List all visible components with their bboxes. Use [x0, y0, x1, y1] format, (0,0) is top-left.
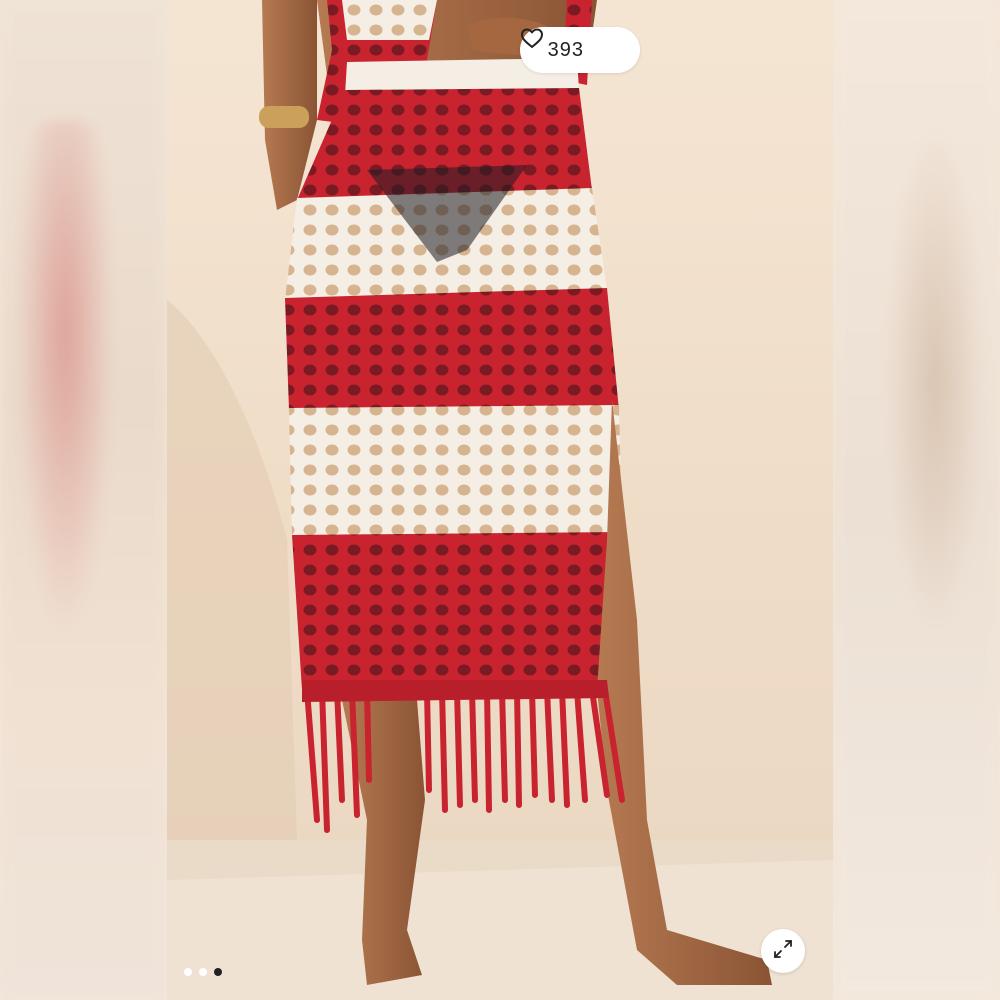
product-photo-illustration	[167, 0, 833, 1000]
carousel-dot-3[interactable]	[214, 968, 222, 976]
carousel-dot-1[interactable]	[184, 968, 192, 976]
blurred-backdrop-left	[0, 0, 167, 1000]
product-photo[interactable]: 393	[167, 0, 833, 1000]
expand-icon	[772, 938, 794, 964]
like-count: 393	[547, 38, 584, 61]
heart-icon	[520, 28, 616, 61]
carousel-indicator	[184, 968, 222, 976]
image-viewer: 393	[0, 0, 1000, 1000]
carousel-dot-2[interactable]	[199, 968, 207, 976]
expand-button[interactable]	[761, 929, 805, 973]
blurred-backdrop-right	[833, 0, 1000, 1000]
like-button[interactable]: 393	[519, 27, 640, 73]
